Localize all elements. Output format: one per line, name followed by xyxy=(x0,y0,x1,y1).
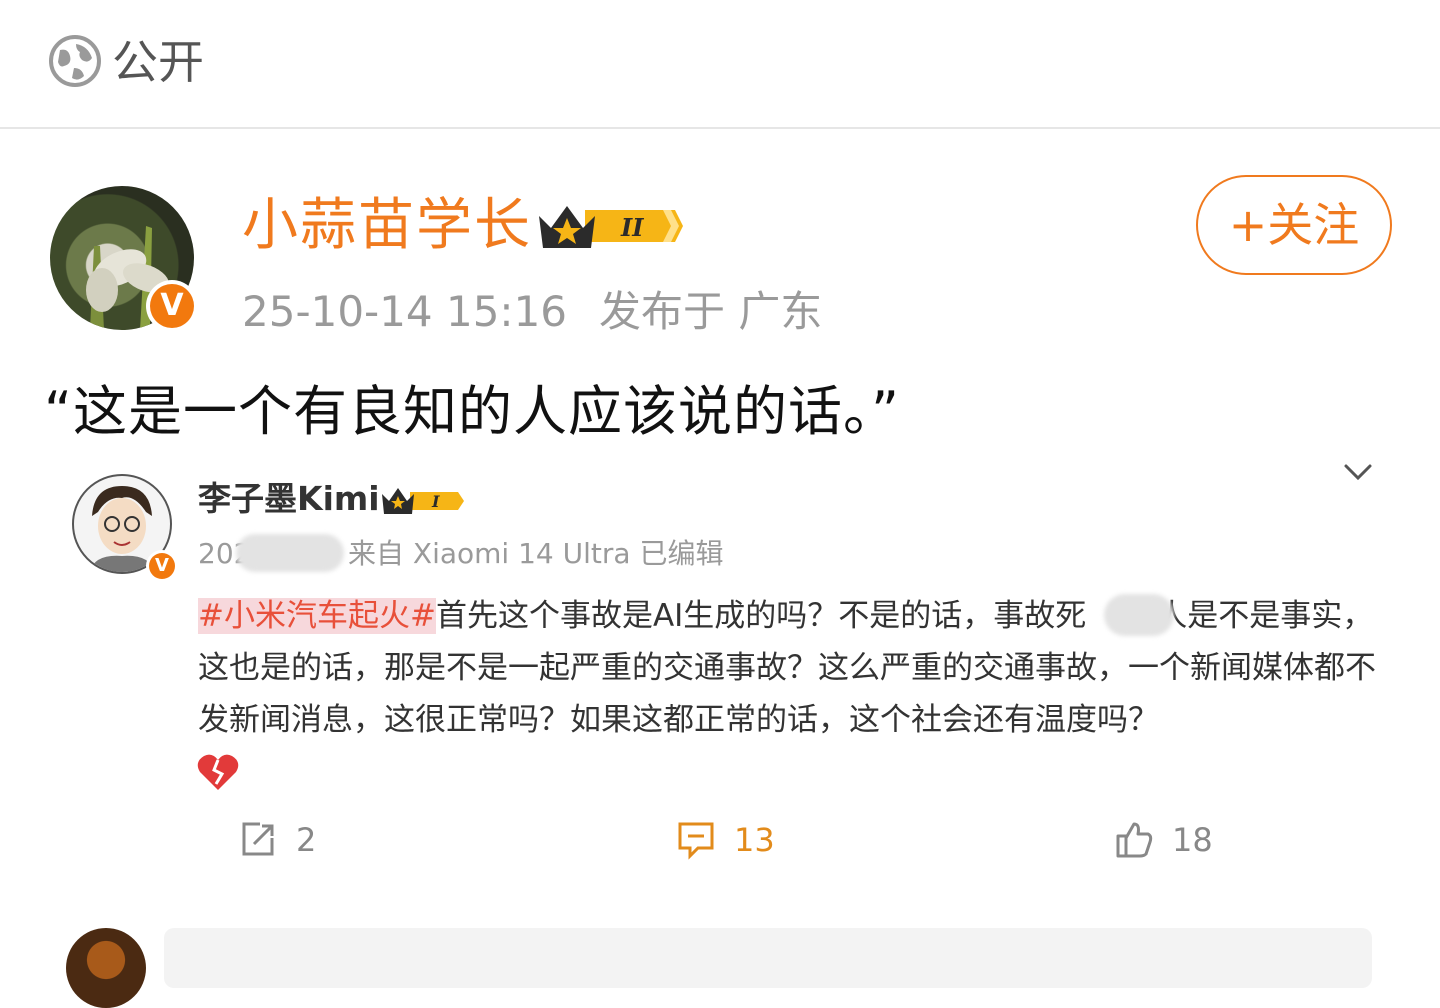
embedded-level-text: I xyxy=(431,492,440,511)
follow-button[interactable]: +关注 xyxy=(1196,175,1392,275)
hashtag-link[interactable]: #小米汽车起火# xyxy=(198,598,436,634)
comment-count: 13 xyxy=(734,821,775,859)
embedded-source: 来自 Xiaomi 14 Ultra 已编辑 xyxy=(348,537,724,570)
like-button[interactable]: 18 xyxy=(1114,812,1224,868)
repost-count: 2 xyxy=(296,821,317,859)
embedded-level-crown-icon: I xyxy=(380,484,466,518)
verified-badge-label: V xyxy=(150,284,194,328)
redaction-blur xyxy=(1104,594,1174,636)
thumbs-up-icon xyxy=(1116,822,1153,858)
divider xyxy=(0,127,1440,129)
chevron-down-icon[interactable] xyxy=(1340,458,1376,488)
repost-button[interactable]: 2 xyxy=(238,812,348,868)
comment-icon xyxy=(678,822,714,860)
level-badge-text: II xyxy=(620,213,644,242)
post-time: 25-10-14 15:16 xyxy=(242,287,568,336)
next-card[interactable] xyxy=(164,928,1372,988)
next-avatar[interactable] xyxy=(66,928,146,1008)
author-name[interactable]: 小蒜苗学长 xyxy=(242,192,532,260)
post-meta: 25-10-14 15:16 发布于 广东 xyxy=(242,284,822,340)
post-text: “这是一个有良知的人应该说的话。” xyxy=(44,380,900,443)
embedded-verified-badge: V xyxy=(146,550,178,582)
visibility-label: 公开 xyxy=(112,35,204,89)
redaction-blur xyxy=(236,534,344,572)
embedded-user-name: 李子墨Kimi xyxy=(198,479,380,518)
verified-badge: V xyxy=(146,280,198,332)
post-location: 发布于 广东 xyxy=(599,287,823,336)
globe-icon xyxy=(48,34,102,88)
broken-heart-icon xyxy=(196,752,240,792)
repost-icon xyxy=(242,822,274,856)
visibility-bar xyxy=(0,0,1440,127)
embedded-text-part1: 首先这个事故是AI生成的吗？不是的话，事故死 xyxy=(435,598,1087,634)
embedded-text: #小米汽车起火#首先这个事故是AI生成的吗？不是的话，事故死 人是不是事实，这也是… xyxy=(198,590,1378,746)
embedded-verified-label: V xyxy=(149,553,175,579)
level-crown-icon: II xyxy=(535,196,685,256)
comment-button[interactable]: 13 xyxy=(676,812,796,868)
like-count: 18 xyxy=(1172,821,1213,859)
